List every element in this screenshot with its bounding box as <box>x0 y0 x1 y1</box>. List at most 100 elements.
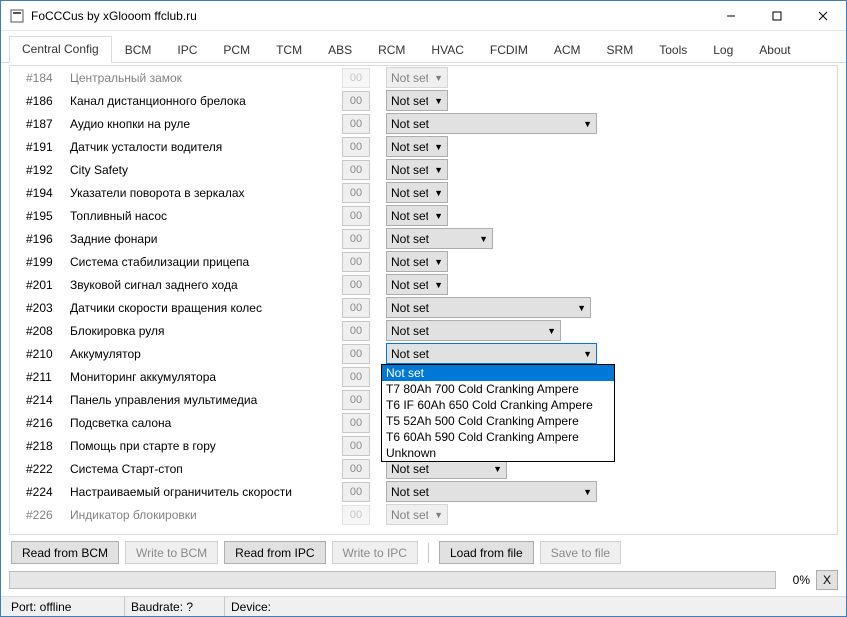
tab-tools[interactable]: Tools <box>646 37 700 63</box>
row-label: Канал дистанционного брелока <box>70 94 338 108</box>
combo-text: Not set <box>391 347 577 361</box>
combo-text: Not set <box>391 140 428 154</box>
row-label: Подсветка салона <box>70 416 338 430</box>
read-ipc-button[interactable]: Read from IPC <box>224 541 325 564</box>
tab-tcm[interactable]: TCM <box>263 37 315 63</box>
load-file-button[interactable]: Load from file <box>439 541 534 564</box>
value-combo[interactable]: Not set▼ <box>386 251 448 272</box>
row-id: #214 <box>26 393 66 407</box>
value-combo[interactable]: Not set▼ <box>386 481 597 502</box>
row-label: Центральный замок <box>70 71 338 85</box>
combo-text: Not set <box>391 485 577 499</box>
row-label: Настраиваемый ограничитель скорости <box>70 485 338 499</box>
tab-about[interactable]: About <box>746 37 803 63</box>
chevron-down-icon: ▼ <box>583 119 592 129</box>
tab-bcm[interactable]: BCM <box>112 37 165 63</box>
row-id: #210 <box>26 347 66 361</box>
close-button[interactable] <box>800 1 846 31</box>
status-port: Port: offline <box>5 597 125 616</box>
tab-hvac[interactable]: HVAC <box>418 37 476 63</box>
minimize-button[interactable] <box>708 1 754 31</box>
row-label: Звуковой сигнал заднего хода <box>70 278 338 292</box>
maximize-button[interactable] <box>754 1 800 31</box>
hex-input[interactable]: 00 <box>342 505 370 525</box>
value-combo[interactable]: Not set▼ <box>386 205 448 226</box>
tab-abs[interactable]: ABS <box>315 37 365 63</box>
tab-ipc[interactable]: IPC <box>164 37 210 63</box>
value-combo[interactable]: Not set▼ <box>386 504 448 525</box>
dropdown-option[interactable]: Unknown <box>382 445 614 461</box>
dropdown-option[interactable]: T6 60Ah 590 Cold Cranking Ampere <box>382 429 614 445</box>
dropdown-option[interactable]: Not set <box>382 365 614 381</box>
config-scroll[interactable]: #184Центральный замок00Not set▼#186Канал… <box>10 66 837 534</box>
dropdown-option[interactable]: T5 52Ah 500 Cold Cranking Ampere <box>382 413 614 429</box>
chevron-down-icon: ▼ <box>434 257 443 267</box>
config-row: #195Топливный насос00Not set▼ <box>10 204 837 227</box>
chevron-down-icon: ▼ <box>547 326 556 336</box>
config-row: #194Указатели поворота в зеркалах00Not s… <box>10 181 837 204</box>
hex-input[interactable]: 00 <box>342 413 370 433</box>
row-id: #203 <box>26 301 66 315</box>
hex-input[interactable]: 00 <box>342 459 370 479</box>
tab-rcm[interactable]: RCM <box>365 37 418 63</box>
hex-input[interactable]: 00 <box>342 68 370 88</box>
value-combo[interactable]: Not set▼ <box>386 90 448 111</box>
combo-text: Not set <box>391 71 428 85</box>
status-bar: Port: offline Baudrate: ? Device: <box>1 596 846 616</box>
hex-input[interactable]: 00 <box>342 321 370 341</box>
cancel-button[interactable]: X <box>816 570 838 590</box>
hex-input[interactable]: 00 <box>342 252 370 272</box>
row-id: #195 <box>26 209 66 223</box>
value-combo[interactable]: Not set ▼ <box>386 136 448 157</box>
hex-input[interactable]: 00 <box>342 436 370 456</box>
hex-input[interactable]: 00 <box>342 390 370 410</box>
value-combo[interactable]: Not set▼ <box>386 320 561 341</box>
value-combo[interactable]: Not set▼ <box>386 228 493 249</box>
row-id: #184 <box>26 71 66 85</box>
hex-input[interactable]: 00 <box>342 482 370 502</box>
tab-fcdim[interactable]: FCDIM <box>477 37 541 63</box>
hex-input[interactable]: 00 <box>342 367 370 387</box>
hex-input[interactable]: 00 <box>342 298 370 318</box>
battery-dropdown[interactable]: Not setT7 80Ah 700 Cold Cranking AmpereT… <box>381 364 615 462</box>
row-id: #187 <box>26 117 66 131</box>
hex-input[interactable]: 00 <box>342 137 370 157</box>
value-combo[interactable]: Not set▼ <box>386 67 448 88</box>
hex-input[interactable]: 00 <box>342 91 370 111</box>
tab-log[interactable]: Log <box>700 37 746 63</box>
config-list: #184Центральный замок00Not set▼#186Канал… <box>9 65 838 535</box>
hex-input[interactable]: 00 <box>342 344 370 364</box>
chevron-down-icon: ▼ <box>434 142 443 152</box>
write-bcm-button: Write to BCM <box>125 541 218 564</box>
value-combo[interactable]: Not set▼ <box>386 274 448 295</box>
write-ipc-button: Write to IPC <box>332 541 418 564</box>
value-combo[interactable]: Not set▼ <box>386 159 448 180</box>
row-id: #194 <box>26 186 66 200</box>
hex-input[interactable]: 00 <box>342 206 370 226</box>
progress-bar <box>9 571 776 589</box>
hex-input[interactable]: 00 <box>342 229 370 249</box>
progress-row: 0% X <box>1 570 846 596</box>
chevron-down-icon: ▼ <box>434 280 443 290</box>
hex-input[interactable]: 00 <box>342 160 370 180</box>
tab-pcm[interactable]: PCM <box>210 37 263 63</box>
value-combo[interactable]: Not set▼ <box>386 113 597 134</box>
hex-input[interactable]: 00 <box>342 275 370 295</box>
value-combo[interactable]: Not set▼ <box>386 182 448 203</box>
row-label: Задние фонари <box>70 232 338 246</box>
tab-acm[interactable]: ACM <box>541 37 594 63</box>
value-combo[interactable]: Not set▼ <box>386 297 591 318</box>
dropdown-option[interactable]: T7 80Ah 700 Cold Cranking Ampere <box>382 381 614 397</box>
row-id: #192 <box>26 163 66 177</box>
value-combo[interactable]: Not set▼ <box>386 343 597 364</box>
read-bcm-button[interactable]: Read from BCM <box>11 541 119 564</box>
config-row: #226Индикатор блокировки00Not set▼ <box>10 503 837 526</box>
tab-central-config[interactable]: Central Config <box>9 36 112 63</box>
row-id: #199 <box>26 255 66 269</box>
tab-srm[interactable]: SRM <box>594 37 647 63</box>
chevron-down-icon: ▼ <box>577 303 586 313</box>
action-buttons: Read from BCM Write to BCM Read from IPC… <box>9 535 838 570</box>
hex-input[interactable]: 00 <box>342 114 370 134</box>
hex-input[interactable]: 00 <box>342 183 370 203</box>
dropdown-option[interactable]: T6 IF 60Ah 650 Cold Cranking Ampere <box>382 397 614 413</box>
